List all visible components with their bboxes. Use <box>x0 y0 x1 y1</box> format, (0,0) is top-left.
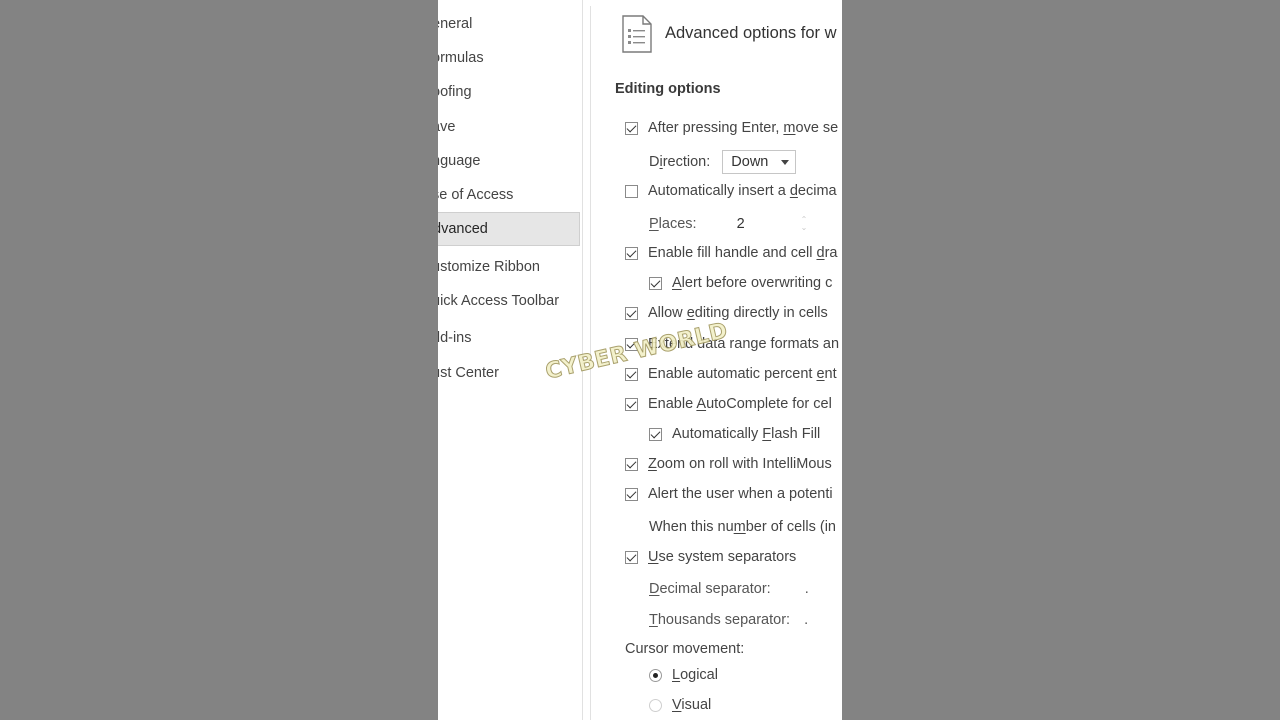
decimal-separator-row: Decimal separator: . <box>649 581 809 597</box>
after-enter-option[interactable]: After pressing Enter, move se <box>625 120 838 136</box>
visual-radio[interactable] <box>649 698 662 712</box>
places-label: Places: <box>649 216 697 232</box>
visual-label: Visual <box>672 697 712 713</box>
alert-user-checkbox[interactable] <box>625 487 638 501</box>
flash-fill-option[interactable]: Automatically Flash Fill <box>649 426 820 442</box>
nav-item-label: dd-ins <box>438 330 472 346</box>
decimal-separator-label: Decimal separator: <box>649 581 771 597</box>
document-options-icon <box>622 15 652 53</box>
alert-overwrite-label: Alert before overwriting c <box>672 275 833 291</box>
decimal-separator-field[interactable]: . <box>805 581 809 597</box>
auto-decimal-label: Automatically insert a decima <box>648 183 837 199</box>
auto-percent-checkbox[interactable] <box>625 367 638 381</box>
autocomplete-option[interactable]: Enable AutoComplete for cel <box>625 396 832 412</box>
direction-value: Down <box>731 154 769 170</box>
after-enter-label: After pressing Enter, move se <box>648 120 839 136</box>
cursor-visual-option[interactable]: Visual <box>649 697 711 713</box>
direction-label: Direction: <box>649 154 711 170</box>
direction-dropdown[interactable]: Down <box>722 150 797 174</box>
alert-user-label: Alert the user when a potenti <box>648 486 833 502</box>
fill-handle-checkbox[interactable] <box>625 246 638 260</box>
cursor-logical-option[interactable]: Logical <box>649 667 718 683</box>
flash-fill-label: Automatically Flash Fill <box>672 426 821 442</box>
places-row: Places: 2 ⌃ ⌄ <box>649 216 808 233</box>
zoom-roll-checkbox[interactable] <box>625 457 638 471</box>
autocomplete-checkbox[interactable] <box>625 397 638 411</box>
nav-item-advanced[interactable]: dvanced <box>438 212 580 246</box>
nav-item-label: dvanced <box>438 221 488 237</box>
nav-item-label: ave <box>438 119 456 135</box>
nav-item-label: eneral <box>438 16 473 32</box>
edit-directly-label: Allow editing directly in cells <box>648 305 828 321</box>
auto-decimal-checkbox[interactable] <box>625 184 638 198</box>
auto-decimal-option[interactable]: Automatically insert a decima <box>625 183 837 199</box>
nav-item-label: nguage <box>438 153 481 169</box>
direction-row: Direction: Down <box>649 150 797 174</box>
after-enter-checkbox[interactable] <box>625 121 638 135</box>
nav-item-label: ust Center <box>438 365 499 381</box>
thousands-separator-row: Thousands separator: . <box>649 612 808 628</box>
thousands-separator-label: Thousands separator: <box>649 612 791 628</box>
alert-overwrite-checkbox[interactable] <box>649 276 662 290</box>
cursor-movement-label: Cursor movement: <box>625 641 745 657</box>
places-spinner[interactable]: 2 <box>737 216 745 232</box>
nav-item-label: ustomize Ribbon <box>438 259 540 275</box>
nav-item-save[interactable]: ave <box>438 112 580 142</box>
auto-percent-option[interactable]: Enable automatic percent ent <box>625 366 837 382</box>
flash-fill-checkbox[interactable] <box>649 427 662 441</box>
fill-handle-option[interactable]: Enable fill handle and cell dra <box>625 245 837 261</box>
system-separators-label: Use system separators <box>648 549 797 565</box>
edit-directly-checkbox[interactable] <box>625 306 638 320</box>
autocomplete-label: Enable AutoComplete for cel <box>648 396 832 412</box>
nav-item-quick-access-toolbar[interactable]: uick Access Toolbar <box>438 286 580 316</box>
nav-item-ease-of-access[interactable]: se of Access <box>438 180 580 210</box>
nav-item-label: se of Access <box>438 187 514 203</box>
alert-user-option[interactable]: Alert the user when a potenti <box>625 486 833 502</box>
cells-count-label: When this number of cells (in <box>649 519 836 535</box>
nav-item-label: oofing <box>438 84 472 100</box>
spinner-arrows-icon[interactable]: ⌃ ⌄ <box>801 216 808 232</box>
page-title: Advanced options for w <box>665 24 837 42</box>
zoom-roll-option[interactable]: Zoom on roll with IntelliMous <box>625 456 832 472</box>
zoom-roll-label: Zoom on roll with IntelliMous <box>648 456 832 472</box>
edit-directly-option[interactable]: Allow editing directly in cells <box>625 305 828 321</box>
system-separators-checkbox[interactable] <box>625 550 638 564</box>
nav-item-general[interactable]: eneral <box>438 9 580 39</box>
nav-item-add-ins[interactable]: dd-ins <box>438 323 580 353</box>
nav-item-label: ormulas <box>438 50 484 66</box>
auto-percent-label: Enable automatic percent ent <box>648 366 837 382</box>
nav-item-formulas[interactable]: ormulas <box>438 43 580 73</box>
system-separators-option[interactable]: Use system separators <box>625 549 796 565</box>
section-editing-options: Editing options <box>615 81 721 97</box>
thousands-separator-field[interactable]: . <box>804 612 808 628</box>
logical-label: Logical <box>672 667 718 683</box>
nav-item-proofing[interactable]: oofing <box>438 77 580 107</box>
logical-radio[interactable] <box>649 668 662 682</box>
chevron-down-icon <box>781 159 790 165</box>
cells-count-row: When this number of cells (in <box>649 519 836 535</box>
nav-item-customize-ribbon[interactable]: ustomize Ribbon <box>438 252 580 282</box>
fill-handle-label: Enable fill handle and cell dra <box>648 245 838 261</box>
nav-item-language[interactable]: nguage <box>438 146 580 176</box>
alert-overwrite-option[interactable]: Alert before overwriting c <box>649 275 832 291</box>
nav-item-label: uick Access Toolbar <box>438 293 560 309</box>
